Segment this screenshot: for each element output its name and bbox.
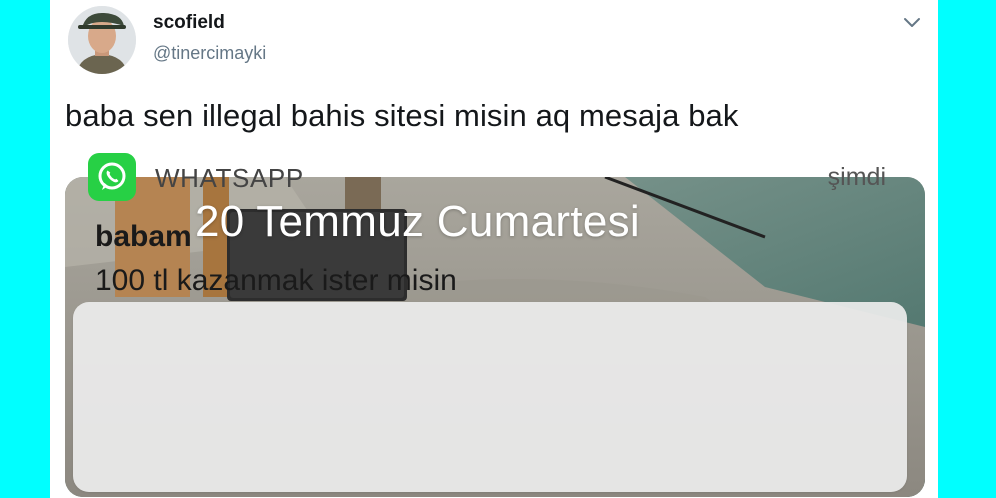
whatsapp-icon bbox=[88, 153, 136, 201]
avatar[interactable] bbox=[68, 6, 136, 74]
notification-app-name: WHATSAPP bbox=[155, 163, 304, 193]
tweet-card: scofield @tinercimayki baba sen illegal … bbox=[50, 0, 938, 498]
notification-time: şimdi bbox=[827, 163, 886, 191]
author-handle[interactable]: @tinercimayki bbox=[153, 43, 266, 64]
notification-card bbox=[73, 302, 907, 492]
notification-message: 100 tl kazanmak ister misin bbox=[95, 264, 457, 297]
author-name[interactable]: scofield bbox=[153, 12, 225, 34]
tweet-media-image[interactable]: 20 Temmuz Cumartesi bbox=[65, 177, 925, 497]
tweet-text: baba sen illegal bahis sitesi misin aq m… bbox=[65, 98, 739, 133]
chevron-down-icon[interactable] bbox=[900, 14, 924, 32]
notification-sender: babam bbox=[95, 220, 192, 253]
